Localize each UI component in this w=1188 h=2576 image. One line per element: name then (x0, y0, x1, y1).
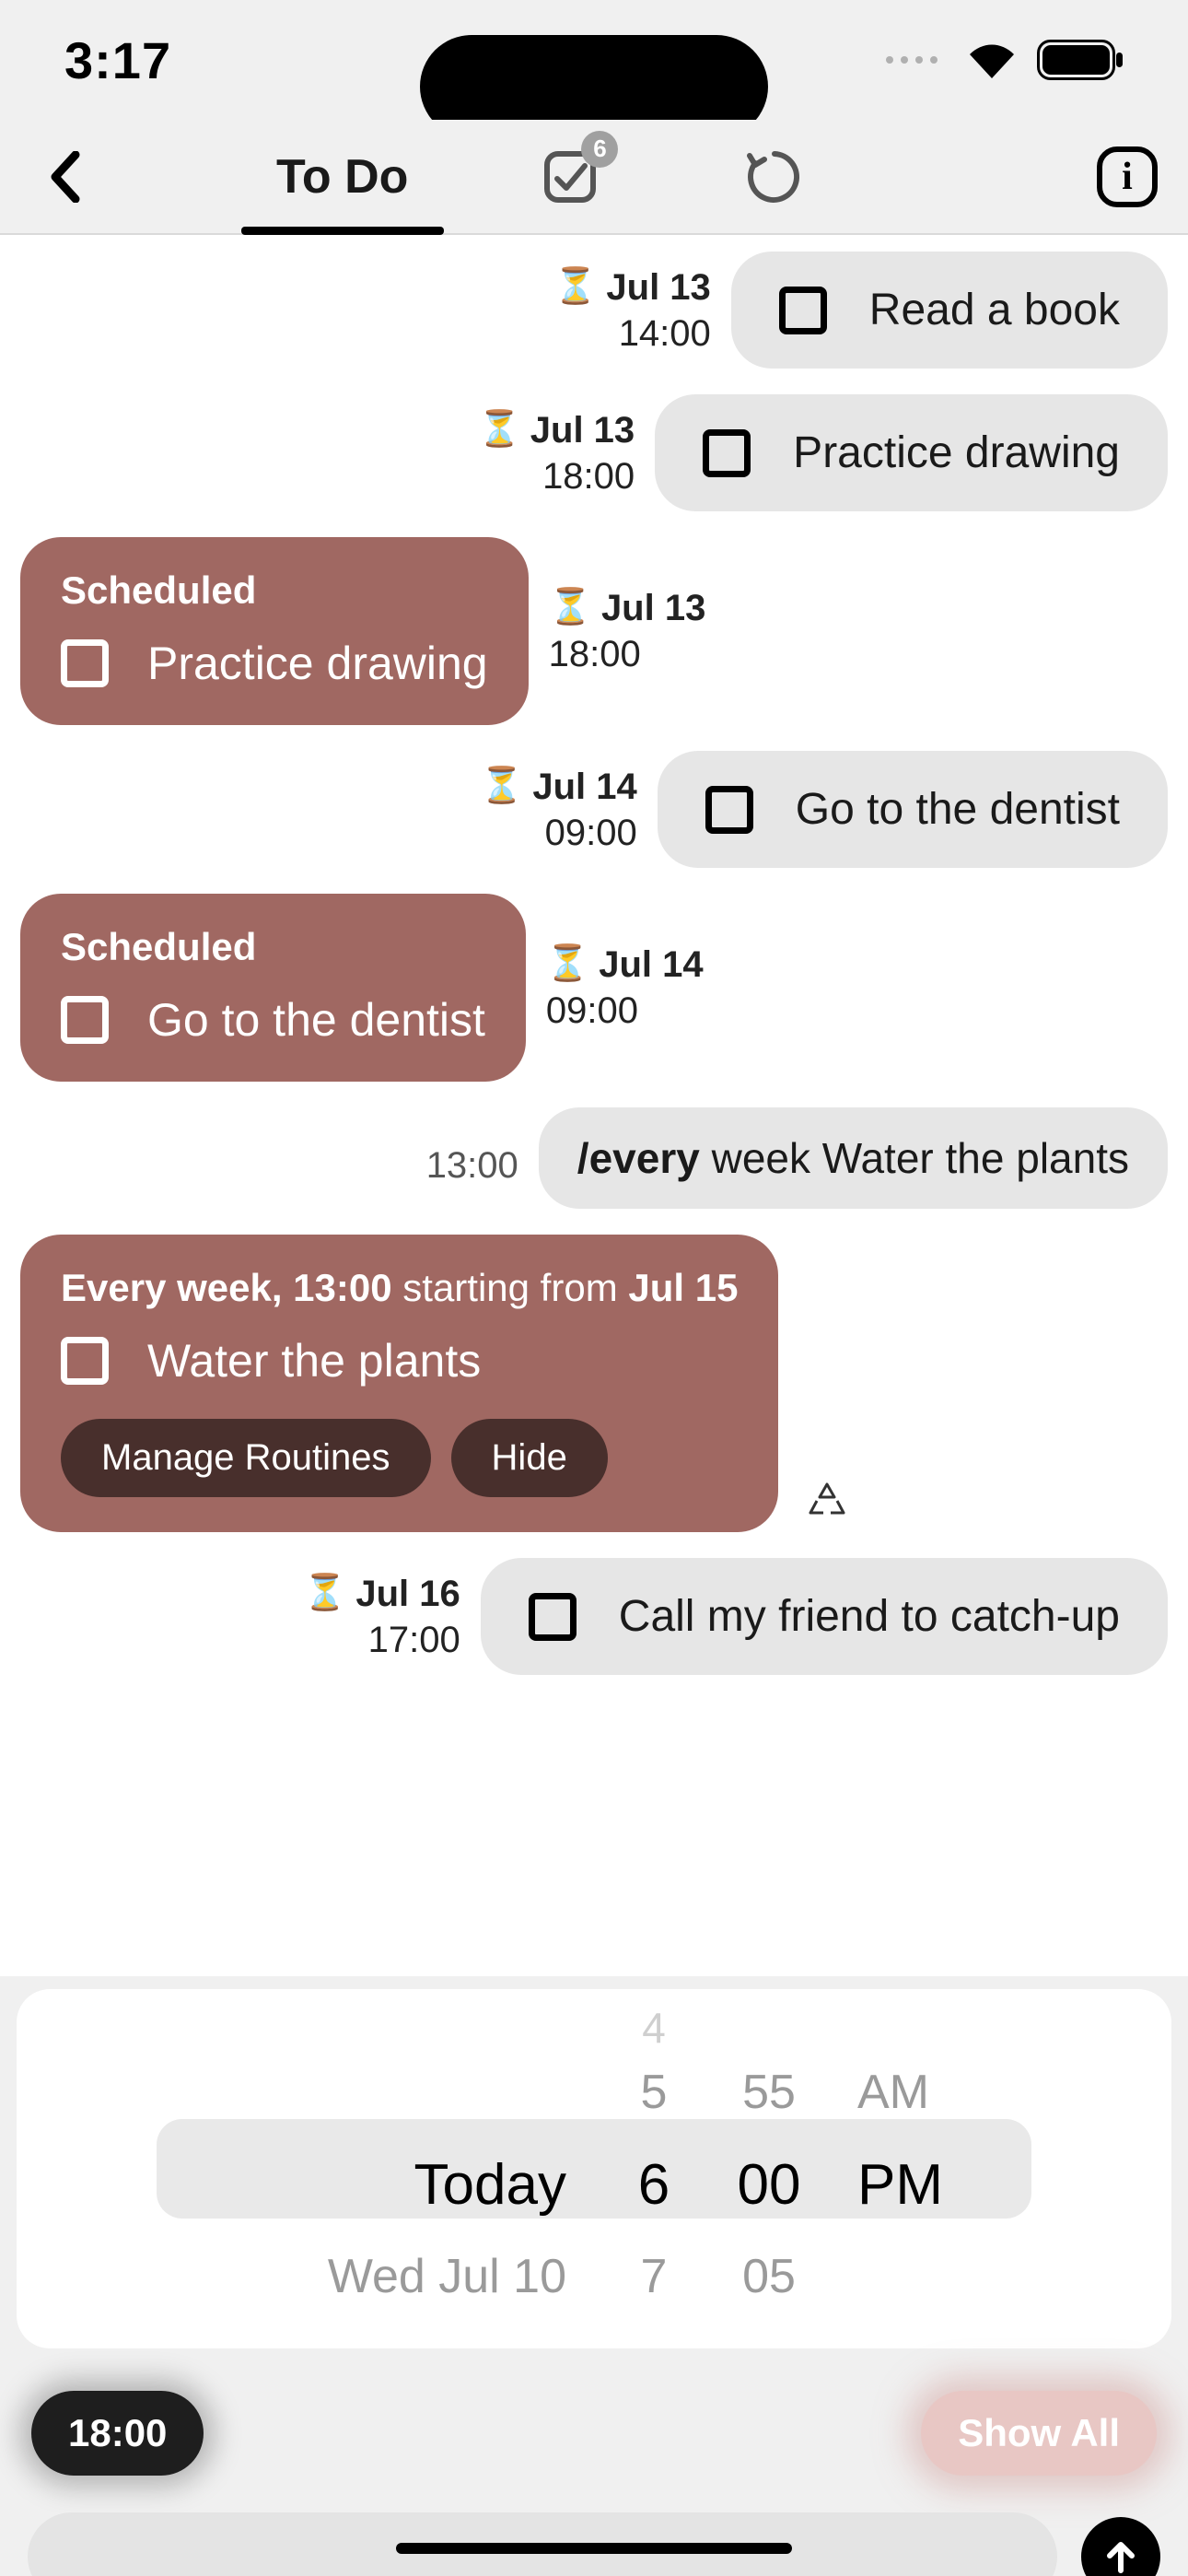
scheduled-bubble[interactable]: Scheduled Go to the dentist (20, 894, 526, 1082)
task-checkbox[interactable] (705, 786, 753, 834)
task-row: 13:00 /every week Water the plants (20, 1107, 1168, 1209)
battery-icon (1037, 40, 1124, 80)
task-bubble[interactable]: Read a book (731, 252, 1168, 369)
app-header: To Do 6 i (0, 120, 1188, 235)
command-rest: week Water the plants (700, 1134, 1129, 1182)
scheduled-title: Scheduled (61, 568, 256, 613)
task-label: Read a book (869, 285, 1120, 335)
bottom-bar: 18:00 Show All (0, 2348, 1188, 2576)
routine-bubble[interactable]: Every week, 13:00 starting from Jul 15 W… (20, 1235, 778, 1532)
picker-row[interactable]: 4 (17, 2006, 1171, 2050)
task-timestamp: ⏳Jul 13 14:00 (553, 264, 711, 357)
task-timestamp: ⏳Jul 14 09:00 (480, 764, 637, 856)
task-checkbox[interactable] (61, 996, 109, 1044)
completed-badge: 6 (581, 131, 618, 168)
task-timestamp: 13:00 (426, 1145, 518, 1209)
task-row: ⏳Jul 14 09:00 Go to the dentist (20, 751, 1168, 868)
task-label: Practice drawing (793, 427, 1120, 478)
scheduled-title: Scheduled (61, 925, 256, 969)
wifi-icon (967, 41, 1017, 78)
task-row: ⏳Jul 16 17:00 Call my friend to catch-up (20, 1558, 1168, 1675)
task-label: Call my friend to catch-up (619, 1591, 1120, 1642)
picker-row-selected[interactable]: Today 6 00 PM (17, 2135, 1171, 2234)
manage-routines-button[interactable]: Manage Routines (61, 1419, 431, 1497)
hourglass-icon: ⏳ (477, 408, 520, 452)
task-timestamp: ⏳Jul 13 18:00 (477, 407, 635, 499)
picker-hour[interactable]: 6 (603, 2152, 705, 2218)
status-right (886, 40, 1124, 80)
datetime-picker[interactable]: 4 555AM Today 6 00 PM Wed Jul 10705 (17, 1989, 1171, 2348)
task-checkbox[interactable] (779, 287, 827, 334)
routine-subtitle: Every week, 13:00 starting from Jul 15 (61, 1266, 738, 1310)
task-row: ⏳Jul 13 18:00 Practice drawing (20, 394, 1168, 511)
task-timestamp: ⏳Jul 14 09:00 (546, 942, 704, 1034)
task-row: ⏳Jul 13 14:00 Read a book (20, 252, 1168, 369)
hourglass-icon: ⏳ (549, 586, 592, 630)
scheduled-bubble[interactable]: Scheduled Practice drawing (20, 537, 529, 725)
response-row: Every week, 13:00 starting from Jul 15 W… (20, 1235, 1168, 1532)
task-bubble[interactable]: Practice drawing (655, 394, 1168, 511)
command-keyword: /every (577, 1134, 700, 1182)
picker-minute[interactable]: 00 (705, 2152, 833, 2218)
task-label: Go to the dentist (796, 784, 1120, 835)
home-indicator (396, 2543, 792, 2554)
info-icon: i (1097, 146, 1158, 207)
recycle-icon (806, 1480, 848, 1527)
picker-row[interactable] (17, 2319, 1171, 2348)
task-label: Go to the dentist (147, 993, 485, 1047)
status-bar: 3:17 (0, 0, 1188, 120)
hide-button[interactable]: Hide (451, 1419, 608, 1497)
status-time: 3:17 (64, 30, 171, 90)
task-bubble[interactable]: Call my friend to catch-up (481, 1558, 1168, 1675)
picker-ampm[interactable]: PM (833, 2152, 981, 2218)
hourglass-icon: ⏳ (303, 1572, 346, 1616)
tab-todo[interactable]: To Do (276, 120, 408, 233)
task-checkbox[interactable] (61, 1337, 109, 1385)
response-row: Scheduled Go to the dentist ⏳Jul 14 09:0… (20, 894, 1168, 1082)
cellular-dots-icon (886, 56, 938, 64)
task-checkbox[interactable] (703, 429, 751, 477)
hourglass-icon: ⏳ (553, 265, 597, 310)
history-button[interactable] (741, 144, 808, 210)
info-button[interactable]: i (1094, 144, 1160, 210)
hourglass-icon: ⏳ (480, 765, 523, 809)
response-row: Scheduled Practice drawing ⏳Jul 13 18:00 (20, 537, 1168, 725)
chat-scroll[interactable]: ⏳Jul 13 14:00 Read a book ⏳Jul 13 18:00 … (0, 235, 1188, 1976)
send-button[interactable] (1081, 2517, 1160, 2576)
picker-row[interactable]: Wed Jul 10705 (17, 2234, 1171, 2319)
tab-completed[interactable]: 6 (537, 144, 603, 210)
show-all-chip[interactable]: Show All (921, 2391, 1157, 2476)
time-chip[interactable]: 18:00 (31, 2391, 204, 2476)
task-label: Practice drawing (147, 637, 488, 690)
task-timestamp: ⏳Jul 16 17:00 (303, 1571, 460, 1663)
hourglass-icon: ⏳ (546, 943, 589, 987)
task-checkbox[interactable] (529, 1593, 577, 1641)
tab-underline (241, 227, 444, 235)
task-timestamp: ⏳Jul 13 18:00 (549, 585, 706, 677)
command-bubble[interactable]: /every week Water the plants (539, 1107, 1168, 1209)
back-button[interactable] (28, 140, 101, 214)
tab-todo-label: To Do (276, 149, 408, 205)
task-label: Water the plants (147, 1334, 481, 1388)
task-checkbox[interactable] (61, 639, 109, 687)
picker-date[interactable]: Today (207, 2152, 603, 2218)
task-bubble[interactable]: Go to the dentist (658, 751, 1168, 868)
arrow-up-icon (1101, 2537, 1140, 2576)
